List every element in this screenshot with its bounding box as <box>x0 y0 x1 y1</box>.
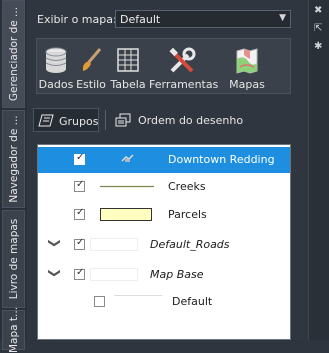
ferramentas-button[interactable]: Ferramentas <box>149 39 219 93</box>
check-icon: ✓ <box>76 267 85 278</box>
layer-visibility-checkbox[interactable]: ✓ <box>74 267 85 280</box>
mapas-label: Mapas <box>229 78 265 91</box>
check-icon: ✓ <box>76 152 85 163</box>
tabela-label: Tabela <box>110 78 146 91</box>
chevron-down-icon[interactable]: ❯ <box>48 238 62 248</box>
map-selector-label: Exibir o mapa: <box>37 13 117 26</box>
tab-ordem-do-desenho[interactable]: Ordem do desenho <box>111 108 271 132</box>
group-style-swatch <box>90 268 138 281</box>
tab-grupos-label: Grupos <box>59 115 99 128</box>
autohide-icon[interactable]: ⇱ <box>314 24 322 34</box>
group-style-swatch <box>90 238 138 251</box>
layer-visibility-checkbox[interactable]: ✓ <box>74 237 85 250</box>
task-toolbar: Dados Estilo Tabela Ferramentas Mapas <box>36 38 291 94</box>
layer-style-swatch <box>114 295 162 309</box>
tab-ordem-label: Ordem do desenho <box>138 114 244 127</box>
layer-label: Downtown Redding <box>168 153 275 166</box>
layer-row-downtown-redding[interactable]: ✓ Downtown Redding <box>38 147 290 173</box>
dados-label: Dados <box>38 78 74 91</box>
paintbrush-icon <box>82 48 102 71</box>
table-icon <box>117 48 139 72</box>
layer-visibility-checkbox[interactable]: ✓ <box>74 207 85 220</box>
close-icon[interactable]: ✖ <box>314 6 322 16</box>
check-icon: ✓ <box>76 237 85 248</box>
left-tab-strip: Gerenciador de ... Navegador de ... Livr… <box>0 0 27 353</box>
layer-visibility-checkbox[interactable]: ✓ <box>74 152 85 165</box>
raster-image-icon <box>121 154 134 162</box>
check-icon: ✓ <box>76 207 85 218</box>
group-label: Default_Roads <box>150 238 230 251</box>
tab-mapa[interactable]: Mapa t... <box>2 306 25 353</box>
layer-row-creeks[interactable]: ✓ Creeks <box>38 174 290 200</box>
map-select-dropdown[interactable]: Default ▼ <box>115 10 291 28</box>
layer-row-parcels[interactable]: ✓ Parcels <box>38 202 290 228</box>
groups-icon <box>38 114 54 127</box>
tabela-button[interactable]: Tabela <box>109 39 147 93</box>
layer-row-default[interactable]: Default <box>38 289 290 315</box>
group-label: Map Base <box>150 268 204 281</box>
group-row-default-roads[interactable]: ❯ ✓ Default_Roads <box>38 232 290 258</box>
chevron-down-icon[interactable]: ❯ <box>48 268 62 278</box>
layer-tree: ✓ Downtown Redding ✓ Creeks ✓ Parcels ❯ … <box>37 144 291 340</box>
tab-grupos[interactable]: Grupos <box>33 108 99 132</box>
layer-visibility-checkbox[interactable] <box>94 296 105 307</box>
database-icon <box>45 47 67 73</box>
view-tab-row: Grupos Ordem do desenho <box>27 106 309 134</box>
check-icon: ✓ <box>76 179 85 190</box>
map-manager-panel: Exibir o mapa: Default ▼ Dados Estilo Ta… <box>27 0 309 340</box>
estilo-label: Estilo <box>76 78 106 91</box>
layer-label: Default <box>172 295 213 308</box>
dados-button[interactable]: Dados <box>37 39 75 93</box>
chevron-down-icon: ▼ <box>279 13 286 23</box>
polygon-fill-swatch <box>100 208 152 221</box>
tab-separator <box>105 110 106 130</box>
gear-icon[interactable]: ✱ <box>314 42 322 52</box>
layer-visibility-checkbox[interactable]: ✓ <box>74 179 85 192</box>
ferramentas-label: Ferramentas <box>149 78 219 91</box>
map-select-value: Default <box>120 13 161 26</box>
tab-gerenciador[interactable]: Gerenciador de ... <box>2 0 25 108</box>
tab-navegador-label: Navegador de ... <box>7 115 20 203</box>
tab-mapa-label: Mapa t... <box>7 306 20 353</box>
tab-navegador[interactable]: Navegador de ... <box>2 110 25 208</box>
map-selector-row: Exibir o mapa: Default ▼ <box>27 8 309 30</box>
tab-gerenciador-label: Gerenciador de ... <box>7 6 20 102</box>
line-style-icon <box>100 185 154 188</box>
palette-title-bar: ✖ ⇱ ✱ <box>308 0 329 340</box>
layer-label: Creeks <box>168 180 206 193</box>
group-row-map-base[interactable]: ❯ ✓ Map Base <box>38 262 290 288</box>
estilo-button[interactable]: Estilo <box>75 39 107 93</box>
draw-order-icon <box>115 113 131 127</box>
maps-icon <box>236 48 258 74</box>
mapas-button[interactable]: Mapas <box>227 39 267 93</box>
tab-livro-de-mapas[interactable]: Livro de mapas <box>2 210 25 308</box>
layer-label: Parcels <box>168 208 207 221</box>
tab-livro-label: Livro de mapas <box>7 218 20 300</box>
tools-icon <box>169 47 196 73</box>
